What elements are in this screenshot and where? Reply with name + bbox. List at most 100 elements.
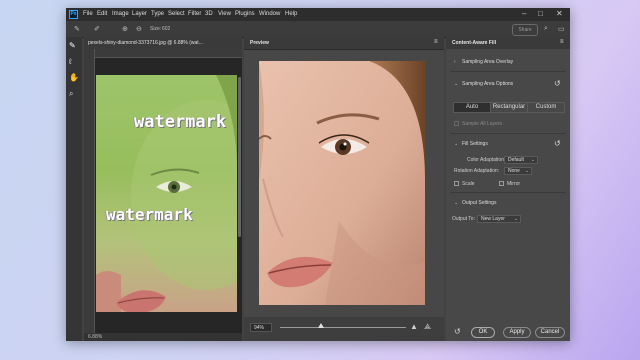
menu-select[interactable]: Select xyxy=(168,11,185,17)
segment-auto[interactable]: Auto xyxy=(454,103,491,112)
rotation-adaptation-dropdown[interactable]: None ⌄ xyxy=(504,167,532,175)
preview-footer: 94% ▲ ⟁ xyxy=(244,317,444,341)
color-adaptation-label: Color Adaptation: xyxy=(467,157,506,163)
face-photo xyxy=(259,61,425,305)
ok-button[interactable]: OK xyxy=(471,327,495,338)
menu-plugins[interactable]: Plugins xyxy=(235,11,255,17)
preview-tab[interactable]: Preview ≡ xyxy=(244,37,444,50)
output-to-dropdown[interactable]: New Layer ⌄ xyxy=(477,215,521,223)
face-photo-sampling-overlay xyxy=(96,75,237,312)
document-tab[interactable]: pexels-shiny-diamond-3373716.jpg @ 6.88%… xyxy=(84,37,242,49)
output-to-label: Output To: xyxy=(452,216,475,222)
menu-edit[interactable]: Edit xyxy=(97,11,107,17)
sampling-overlay-section[interactable]: › Sampling Area Overlay xyxy=(454,59,513,65)
workspace-icon[interactable]: ▭ xyxy=(558,25,565,33)
hand-icon[interactable]: ✋ xyxy=(69,73,79,82)
sample-all-layers-checkbox[interactable] xyxy=(454,121,459,126)
chevron-down-icon: ⌄ xyxy=(513,216,518,222)
chevron-down-icon: ⌄ xyxy=(530,157,535,163)
divider xyxy=(450,192,566,193)
mirror-label: Mirror xyxy=(507,181,521,187)
document-zoom-level: 6.88% xyxy=(88,334,103,340)
lasso-icon[interactable]: ℓ xyxy=(69,57,72,66)
subtract-from-selection-icon[interactable]: ⊖ xyxy=(136,25,142,33)
divider xyxy=(450,133,566,134)
mirror-checkbox[interactable] xyxy=(499,181,504,186)
rotation-adaptation-label: Rotation Adaptation: xyxy=(454,168,500,174)
menu-view[interactable]: View xyxy=(218,11,231,17)
close-window-button[interactable]: ✕ xyxy=(556,9,563,18)
brush-mode-icon[interactable]: ✐ xyxy=(94,25,100,33)
menu-image[interactable]: Image xyxy=(112,11,129,17)
menu-window[interactable]: Window xyxy=(259,11,280,17)
maximize-button[interactable]: □ xyxy=(538,9,543,18)
document-status-bar: 6.88% xyxy=(84,333,242,341)
sampling-mode-segmented-control: Auto Rectangular Custom xyxy=(453,102,565,113)
minimize-button[interactable]: – xyxy=(522,9,526,18)
add-to-selection-icon[interactable]: ⊕ xyxy=(122,25,128,33)
chevron-down-icon: ⌄ xyxy=(454,141,459,147)
fill-settings-section[interactable]: ⌄ Fill Settings xyxy=(454,141,488,147)
size-label: Size: xyxy=(150,26,162,32)
zoom-icon[interactable]: ⌕ xyxy=(69,89,73,99)
apply-button[interactable]: Apply xyxy=(503,327,531,338)
content-aware-fill-panel: Content-Aware Fill ≡ › Sampling Area Over… xyxy=(446,37,570,341)
options-bar: ✎ ✐ ⊕ ⊖ Size: 602 Share ⌕ ▭ xyxy=(66,21,570,38)
preview-menu-icon[interactable]: ≡ xyxy=(434,39,438,45)
fill-settings-label: Fill Settings xyxy=(462,141,488,147)
photoshop-window: Ps File Edit Image Layer Type Select Fil… xyxy=(66,8,570,341)
zoom-out-icon[interactable]: ▲ xyxy=(410,322,418,331)
zoom-in-icon[interactable]: ⟁ xyxy=(424,322,431,332)
menu-layer[interactable]: Layer xyxy=(132,11,147,17)
panel-title: Content-Aware Fill xyxy=(452,40,497,46)
watermark-text-2: watermark xyxy=(106,205,193,224)
reset-all-icon[interactable]: ↺ xyxy=(454,327,461,336)
brush-tool-preset-icon[interactable]: ✎ xyxy=(74,25,80,33)
document-tab-title: pexels-shiny-diamond-3373716.jpg @ 6.88%… xyxy=(88,40,203,46)
document-scrollbar[interactable] xyxy=(238,77,241,237)
search-icon[interactable]: ⌕ xyxy=(544,25,548,33)
toolbar: ✎ ℓ ✋ ⌕ xyxy=(66,37,82,341)
divider xyxy=(450,71,566,72)
color-adaptation-dropdown[interactable]: Default ⌄ xyxy=(504,156,538,164)
panel-tab[interactable]: Content-Aware Fill ≡ xyxy=(446,37,570,49)
menu-type[interactable]: Type xyxy=(151,11,164,17)
output-to-value: New Layer xyxy=(481,216,505,222)
output-settings-label: Output Settings xyxy=(462,200,497,206)
segment-custom[interactable]: Custom xyxy=(528,103,564,112)
size-value[interactable]: 602 xyxy=(162,26,170,32)
preview-tab-title: Preview xyxy=(250,40,269,46)
sampling-overlay-label: Sampling Area Overlay xyxy=(462,59,514,65)
preview-pane: Preview ≡ 94% ▲ ⟁ xyxy=(244,37,444,341)
share-button[interactable]: Share xyxy=(512,24,538,36)
watermark-text-1: watermark xyxy=(134,112,227,132)
scale-checkbox[interactable] xyxy=(454,181,459,186)
document-canvas[interactable]: watermark watermark xyxy=(96,75,237,312)
preview-image[interactable] xyxy=(259,61,425,305)
scale-label: Scale xyxy=(462,181,475,187)
preview-zoom-field[interactable]: 94% xyxy=(250,323,272,332)
vertical-ruler xyxy=(84,49,95,333)
preview-zoom-slider-handle[interactable] xyxy=(318,323,324,328)
panel-menu-icon[interactable]: ≡ xyxy=(560,39,564,45)
sampling-options-label: Sampling Area Options xyxy=(462,81,514,87)
rotation-adaptation-value: None xyxy=(508,168,520,174)
chevron-down-icon: ⌄ xyxy=(454,81,459,87)
output-settings-section[interactable]: ⌄ Output Settings xyxy=(454,200,496,206)
reset-sampling-icon[interactable]: ↺ xyxy=(554,79,561,88)
preview-zoom-slider[interactable] xyxy=(280,327,406,328)
app-logo: Ps xyxy=(69,10,78,19)
brush-icon[interactable]: ✎ xyxy=(69,41,76,50)
color-adaptation-value: Default xyxy=(508,157,524,163)
segment-rectangular[interactable]: Rectangular xyxy=(491,103,528,112)
sampling-options-section[interactable]: ⌄ Sampling Area Options xyxy=(454,81,513,87)
menu-filter[interactable]: Filter xyxy=(188,11,201,17)
sample-all-layers-label: Sample All Layers xyxy=(462,121,503,127)
menu-file[interactable]: File xyxy=(83,11,93,17)
chevron-right-icon: › xyxy=(454,59,456,65)
menu-bar: Ps File Edit Image Layer Type Select Fil… xyxy=(66,8,570,21)
reset-fill-settings-icon[interactable]: ↺ xyxy=(554,139,561,148)
cancel-button[interactable]: Cancel xyxy=(535,327,565,338)
menu-3d[interactable]: 3D xyxy=(205,11,213,17)
menu-help[interactable]: Help xyxy=(285,11,297,17)
